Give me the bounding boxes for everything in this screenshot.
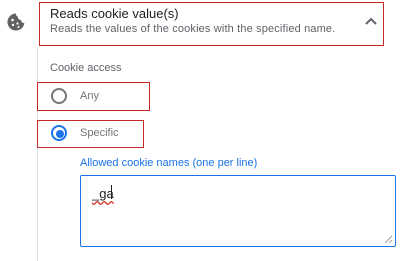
resize-grip-icon[interactable] bbox=[383, 234, 393, 244]
radio-any-circle[interactable] bbox=[51, 88, 67, 104]
cookie-icon bbox=[7, 13, 25, 31]
text-caret bbox=[111, 185, 112, 199]
chevron-up-icon[interactable] bbox=[364, 16, 378, 26]
cookie-access-label: Cookie access bbox=[50, 62, 122, 74]
permission-description: Reads the values of the cookies with the… bbox=[50, 23, 336, 35]
allowed-cookie-names-textarea[interactable] bbox=[80, 175, 396, 247]
section-divider bbox=[37, 48, 38, 261]
radio-specific-selected-dot bbox=[56, 130, 64, 138]
allowed-cookie-names-label: Allowed cookie names (one per line) bbox=[80, 157, 258, 169]
radio-specific-label[interactable]: Specific bbox=[80, 127, 119, 139]
radio-any-label[interactable]: Any bbox=[80, 90, 99, 102]
permission-title: Reads cookie value(s) bbox=[50, 6, 179, 21]
